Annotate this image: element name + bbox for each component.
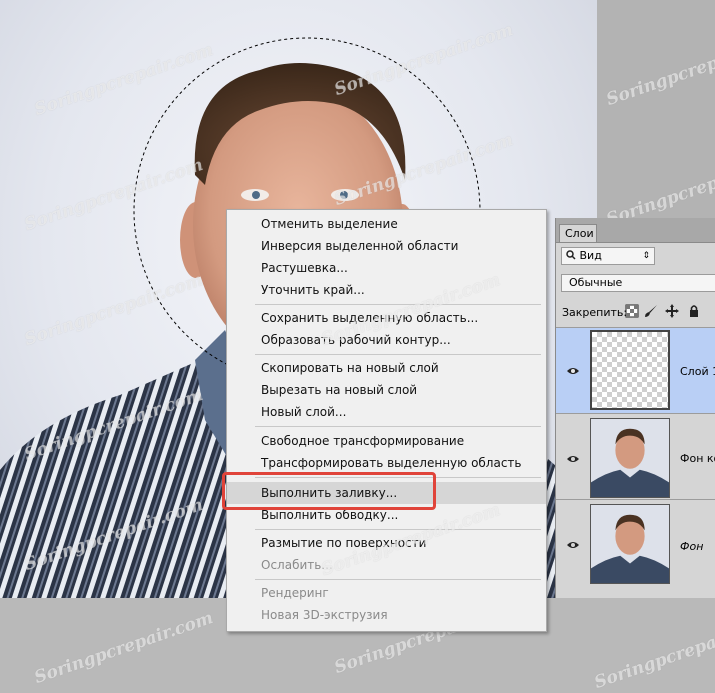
menu-separator <box>255 304 541 305</box>
layer-thumbnail-portrait <box>590 504 670 584</box>
watermark: Soringpcrepair.com <box>31 607 216 689</box>
tab-layers[interactable]: Слои <box>559 224 597 242</box>
lock-label: Закрепить: <box>562 306 628 319</box>
layer-filter-select[interactable]: Вид ⇕ <box>561 247 655 265</box>
panel-tab-bar: Слои <box>556 218 715 243</box>
watermark: Soringpcrepair.com <box>591 612 715 693</box>
layer-row-background-copy[interactable]: Фон копия <box>556 413 715 499</box>
menu-item-new-layer[interactable]: Новый слой... <box>227 401 546 423</box>
filter-label: Вид <box>579 249 602 262</box>
layer-name: Фон <box>680 540 704 553</box>
highlight-annotation <box>222 472 436 510</box>
menu-item-deselect[interactable]: Отменить выделение <box>227 213 546 235</box>
menu-item-fade[interactable]: Ослабить... <box>227 554 546 576</box>
menu-separator <box>255 426 541 427</box>
layer-name: Фон копия <box>680 452 715 465</box>
menu-separator <box>255 354 541 355</box>
eye-icon[interactable] <box>566 452 580 466</box>
menu-item-free-transform[interactable]: Свободное трансформирование <box>227 430 546 452</box>
search-icon <box>566 250 576 260</box>
menu-item-surface-blur[interactable]: Размытие по поверхности <box>227 532 546 554</box>
menu-separator <box>255 579 541 580</box>
layer-name: Слой 1 <box>680 365 715 378</box>
layers-panel: Слои Вид ⇕ Обычные Закрепить: Слой 1 Фон… <box>555 218 715 598</box>
menu-item-refine-edge[interactable]: Уточнить край... <box>227 279 546 301</box>
brush-icon[interactable] <box>644 304 658 318</box>
menu-item-save-selection[interactable]: Сохранить выделенную область... <box>227 307 546 329</box>
menu-item-feather[interactable]: Растушевка... <box>227 257 546 279</box>
blend-mode-value: Обычные <box>569 276 623 289</box>
layer-thumbnail-transparent <box>590 330 670 410</box>
menu-item-layer-via-copy[interactable]: Скопировать на новый слой <box>227 357 546 379</box>
eye-icon[interactable] <box>566 364 580 378</box>
move-icon[interactable] <box>665 304 679 318</box>
menu-item-new-3d-extrusion[interactable]: Новая 3D-экструзия <box>227 604 546 626</box>
context-menu: Отменить выделение Инверсия выделенной о… <box>226 209 547 632</box>
menu-separator <box>255 529 541 530</box>
chevron-updown-icon: ⇕ <box>642 251 650 261</box>
lock-icon[interactable] <box>687 304 701 318</box>
layer-row-background[interactable]: Фон <box>556 499 715 585</box>
menu-item-render[interactable]: Рендеринг <box>227 582 546 604</box>
menu-item-make-work-path[interactable]: Образовать рабочий контур... <box>227 329 546 351</box>
layer-thumbnail-portrait <box>590 418 670 498</box>
watermark: Soringpcrepair.com <box>603 29 715 111</box>
menu-item-inverse-selection[interactable]: Инверсия выделенной области <box>227 235 546 257</box>
menu-item-layer-via-cut[interactable]: Вырезать на новый слой <box>227 379 546 401</box>
blend-mode-select[interactable]: Обычные <box>561 274 715 292</box>
layer-row-layer-1[interactable]: Слой 1 <box>556 327 715 413</box>
menu-item-transform-selection[interactable]: Трансформировать выделенную область <box>227 452 546 474</box>
lock-transparent-pixels-icon[interactable] <box>625 304 639 318</box>
eye-icon[interactable] <box>566 538 580 552</box>
